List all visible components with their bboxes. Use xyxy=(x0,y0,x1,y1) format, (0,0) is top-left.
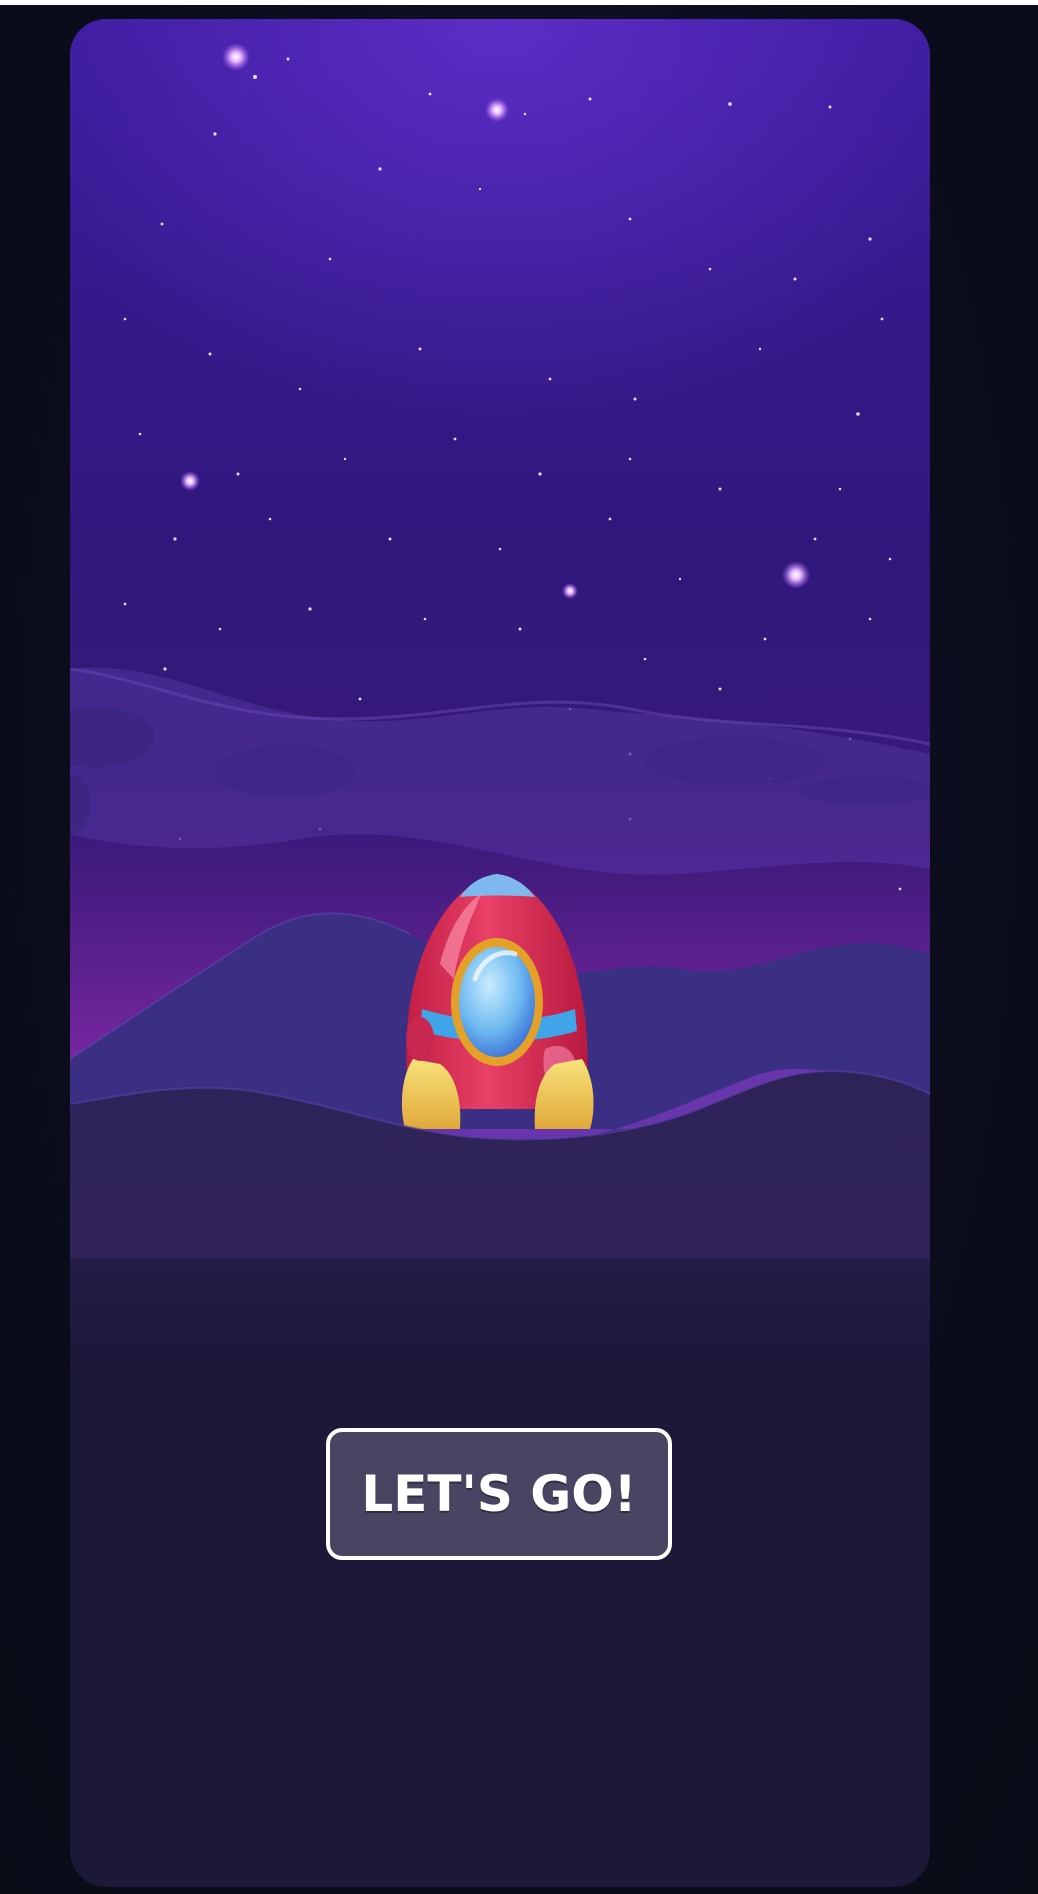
game-panel: LET'S GO! xyxy=(70,19,930,1887)
page-background: LET'S GO! xyxy=(0,0,1038,1894)
space-scene xyxy=(70,19,930,1369)
lets-go-button[interactable]: LET'S GO! xyxy=(326,1428,672,1560)
